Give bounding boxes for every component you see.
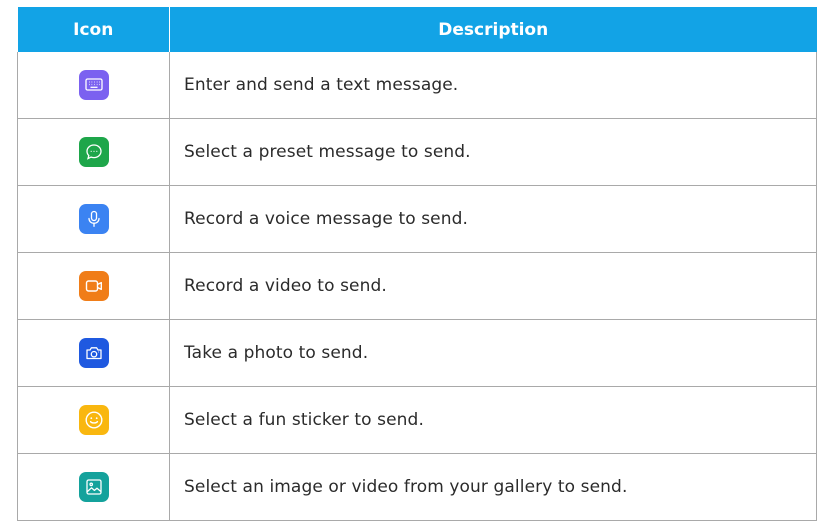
table-row: Take a photo to send. (17, 319, 817, 387)
table-row: Enter and send a text message. (17, 52, 817, 119)
description-cell: Take a photo to send. (169, 319, 817, 387)
description-cell: Record a voice message to send. (169, 185, 817, 253)
icon-cell (17, 52, 170, 119)
icon-cell (17, 118, 170, 186)
chat-bubble-icon (78, 137, 109, 167)
description-cell: Select a preset message to send. (169, 118, 817, 186)
image-icon (78, 472, 109, 502)
smiley-icon (78, 405, 109, 435)
table-row: Select a fun sticker to send. (17, 386, 817, 454)
table-row: Record a video to send. (17, 252, 817, 320)
icon-cell (17, 252, 170, 320)
description-cell: Record a video to send. (169, 252, 817, 320)
keyboard-icon (78, 70, 109, 100)
icon-cell (17, 453, 170, 521)
camera-icon (78, 338, 109, 368)
icon-cell (17, 319, 170, 387)
icon-column-header: Icon (17, 7, 170, 52)
description-cell: Enter and send a text message. (169, 52, 817, 119)
icon-cell (17, 386, 170, 454)
table-row: Select an image or video from your galle… (17, 453, 817, 521)
icon-cell (17, 185, 170, 253)
table-row: Select a preset message to send. (17, 118, 817, 186)
table-row: Record a voice message to send. (17, 185, 817, 253)
description-cell: Select an image or video from your galle… (169, 453, 817, 521)
icon-description-table: Icon Description Enter and send a text m… (17, 7, 817, 521)
video-camera-icon (78, 271, 109, 301)
table-header-row: Icon Description (17, 7, 817, 52)
description-cell: Select a fun sticker to send. (169, 386, 817, 454)
description-column-header: Description (169, 7, 817, 52)
microphone-icon (78, 204, 109, 234)
